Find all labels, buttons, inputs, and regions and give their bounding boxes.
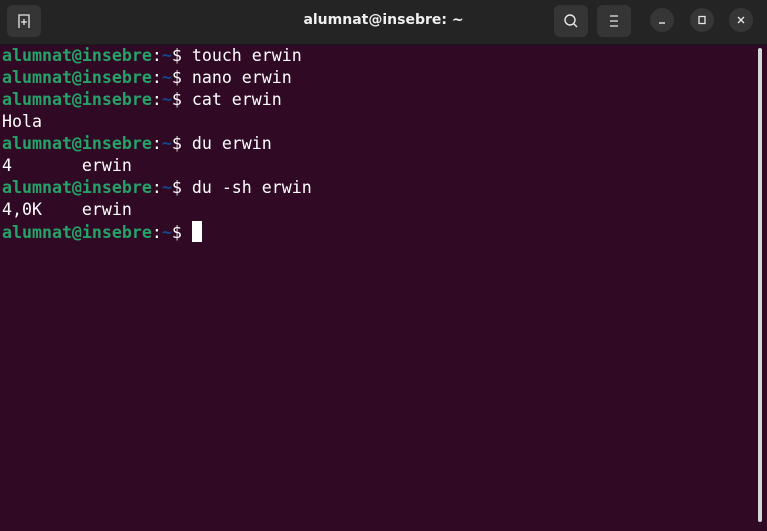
search-icon [564, 14, 578, 28]
output-line: 4,0K erwin [2, 199, 312, 221]
output-line: 4 erwin [2, 155, 312, 177]
output-text: 4 erwin [2, 156, 132, 175]
minimize-button[interactable] [650, 8, 674, 32]
command-text: du -sh erwin [191, 178, 312, 197]
prompt-path: ~ [161, 178, 172, 197]
command-text: touch erwin [191, 46, 302, 65]
prompt-user-host: alumnat@insebre [2, 46, 152, 65]
maximize-button[interactable] [690, 8, 714, 32]
prompt-symbol: $ [171, 178, 192, 197]
prompt-line: alumnat@insebre:~$ du -sh erwin [2, 177, 312, 199]
prompt-colon: : [151, 223, 162, 242]
command-text: du erwin [191, 134, 272, 153]
command-text: nano erwin [191, 68, 292, 87]
minimize-icon [659, 22, 665, 24]
prompt-line: alumnat@insebre:~$ [2, 221, 312, 243]
prompt-path: ~ [161, 90, 172, 109]
search-button[interactable] [554, 5, 588, 37]
prompt-path: ~ [161, 68, 172, 87]
prompt-symbol: $ [171, 46, 192, 65]
command-text: cat erwin [191, 90, 282, 109]
close-button[interactable] [729, 8, 753, 32]
prompt-symbol: $ [171, 223, 192, 242]
output-line: Hola [2, 111, 312, 133]
prompt-path: ~ [161, 46, 172, 65]
prompt-path: ~ [161, 223, 172, 242]
prompt-line: alumnat@insebre:~$ cat erwin [2, 89, 312, 111]
prompt-user-host: alumnat@insebre [2, 68, 152, 87]
prompt-user-host: alumnat@insebre [2, 223, 152, 242]
prompt-colon: : [151, 134, 162, 153]
close-icon [737, 16, 745, 24]
prompt-user-host: alumnat@insebre [2, 134, 152, 153]
prompt-line: alumnat@insebre:~$ touch erwin [2, 45, 312, 67]
prompt-line: alumnat@insebre:~$ du erwin [2, 133, 312, 155]
prompt-colon: : [151, 178, 162, 197]
prompt-colon: : [151, 46, 162, 65]
maximize-icon [698, 15, 706, 25]
text-cursor [191, 221, 202, 242]
prompt-symbol: $ [171, 68, 192, 87]
terminal-output[interactable]: alumnat@insebre:~$ touch erwin alumnat@in… [2, 45, 312, 243]
prompt-line: alumnat@insebre:~$ nano erwin [2, 67, 312, 89]
prompt-symbol: $ [171, 134, 192, 153]
prompt-colon: : [151, 68, 162, 87]
hamburger-menu-icon [610, 15, 618, 27]
prompt-colon: : [151, 90, 162, 109]
output-text: 4,0K erwin [2, 200, 132, 219]
menu-button[interactable] [597, 5, 631, 37]
prompt-path: ~ [161, 134, 172, 153]
prompt-user-host: alumnat@insebre [2, 178, 152, 197]
output-text: Hola [2, 112, 42, 131]
title-bar: alumnat@insebre: ~ [0, 0, 767, 45]
prompt-symbol: $ [171, 90, 192, 109]
scrollbar[interactable] [758, 48, 762, 522]
prompt-user-host: alumnat@insebre [2, 90, 152, 109]
